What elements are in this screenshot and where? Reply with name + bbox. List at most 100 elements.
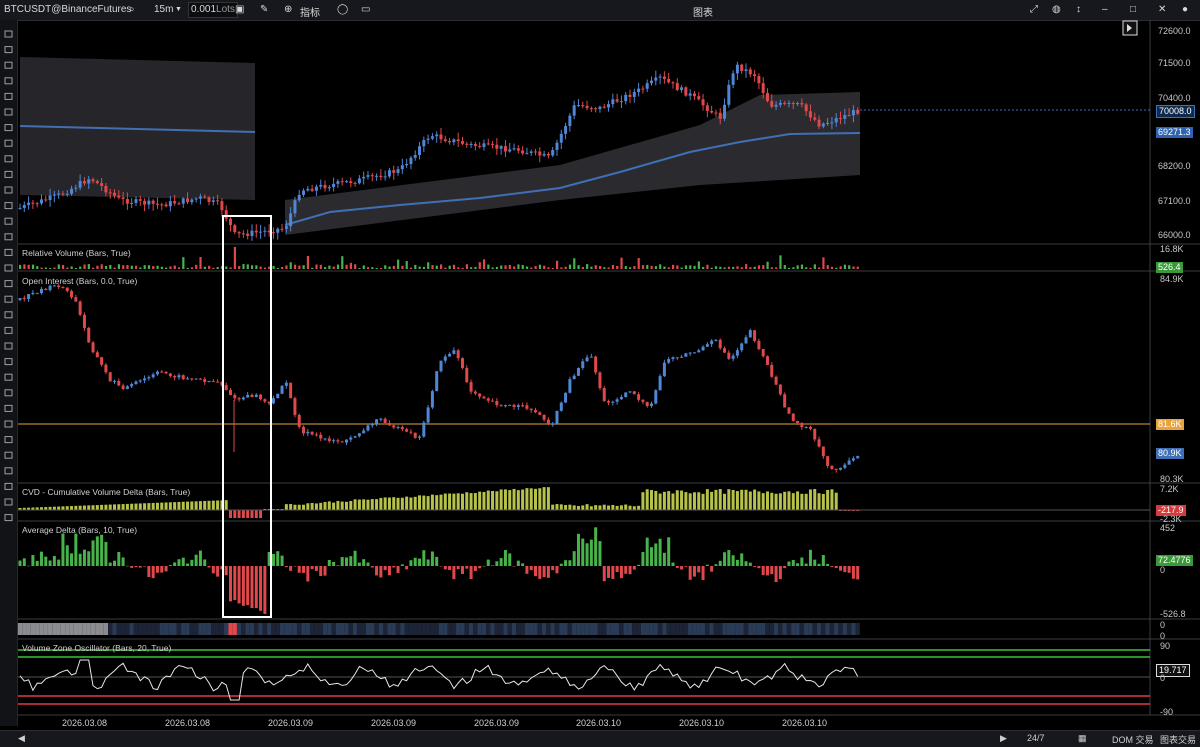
average-delta-bar (576, 533, 580, 566)
heatstrip-bottom-label: 0 (1160, 631, 1166, 641)
heatstrip-cell (65, 623, 70, 635)
average-delta-bar (495, 561, 499, 566)
heatstrip-cell (228, 623, 233, 635)
price-candle (48, 195, 52, 200)
scroll-right-icon[interactable]: ▶ (1000, 733, 1007, 744)
price-candle (697, 96, 701, 100)
heatstrip-cell (258, 623, 263, 635)
oi-candle (155, 371, 159, 375)
oi-candle (740, 343, 744, 351)
heatstrip-cell (529, 623, 534, 635)
price-candle (637, 88, 641, 93)
average-delta-bar (332, 561, 336, 566)
heatstrip-cell (168, 623, 173, 635)
price-candle (35, 203, 39, 205)
heatstrip-cell (39, 623, 44, 635)
price-candle (525, 152, 529, 154)
average-delta-bar (744, 561, 748, 566)
heatstrip-cell (657, 623, 663, 635)
oi-candle (495, 401, 499, 406)
calendar-icon[interactable]: ▦ (1078, 733, 1087, 744)
oi-candle (357, 433, 361, 437)
price-candle (448, 141, 452, 143)
price-tick: 71500.0 (1158, 58, 1191, 68)
relative-volume-bar (27, 264, 30, 269)
relative-volume-bar (740, 267, 743, 269)
heatstrip-cell (765, 623, 770, 635)
average-delta-bar (280, 555, 284, 566)
oi-candle (400, 426, 404, 430)
vzo-line (19, 659, 859, 701)
relative-volume-bar (126, 264, 129, 269)
relative-volume-bar (203, 266, 206, 269)
oi-candle (173, 376, 177, 378)
cvd-bar (834, 492, 838, 510)
price-candle (727, 84, 731, 105)
cvd-bar (396, 497, 400, 510)
price-candle (723, 104, 727, 119)
relative-volume-bar (298, 265, 301, 269)
price-candle (181, 198, 185, 204)
price-candle (645, 83, 649, 89)
average-delta-bar (48, 560, 52, 566)
average-delta-bar (78, 553, 82, 566)
heatstrip-cell (855, 623, 860, 635)
average-delta-bar (392, 566, 396, 568)
oi-candle (731, 355, 735, 359)
cvd-bar (164, 502, 168, 510)
price-candle (229, 218, 232, 226)
price-candle (516, 148, 520, 151)
heatstrip-cell (189, 623, 194, 635)
oi-candle (521, 405, 525, 407)
oi-candle (426, 407, 430, 423)
relative-volume-bar (839, 266, 842, 269)
average-delta-bar (834, 566, 838, 568)
heatstrip-cell (90, 623, 96, 635)
dom-trade-button[interactable]: DOM 交易 (1112, 733, 1154, 746)
relative-volume-bar (440, 264, 443, 269)
cvd-bar (740, 489, 744, 510)
cvd-bar (233, 510, 237, 518)
price-candle (332, 183, 336, 188)
average-delta-bar (216, 566, 220, 577)
heatstrip-cell (103, 623, 109, 635)
scroll-left-icon[interactable]: ◀ (18, 733, 25, 744)
price-candle (538, 151, 542, 156)
heatstrip-cell (533, 623, 538, 635)
relative-volume-bar (504, 265, 507, 269)
price-candle (289, 213, 293, 227)
average-delta-bar (349, 556, 353, 566)
relative-volume-bar (792, 267, 795, 269)
average-delta-bar (602, 566, 606, 582)
average-delta-bar (521, 563, 525, 566)
relative-volume-bar (293, 264, 297, 269)
average-delta-bar (203, 559, 207, 566)
relative-volume-bar (169, 266, 172, 269)
price-candle (761, 83, 765, 93)
relative-volume-bar (92, 267, 95, 269)
price-candle (499, 146, 503, 149)
oi-candle (237, 398, 241, 400)
horizontal-line-icon (4, 326, 13, 334)
relative-volume-bar (212, 267, 215, 269)
fib-icon (4, 404, 13, 412)
average-delta-bar (658, 538, 662, 566)
price-candle (177, 203, 181, 205)
relative-volume-bar (19, 264, 22, 269)
price-candle (74, 187, 78, 189)
price-candle (757, 76, 761, 84)
oi-candle (598, 372, 602, 389)
relative-volume-bar (517, 264, 520, 269)
chart-trade-button[interactable]: 图表交易 (1160, 733, 1196, 746)
chart-canvas[interactable] (0, 0, 1200, 746)
average-delta-bar (813, 559, 817, 566)
relative-volume-bar (457, 267, 460, 269)
cvd-bar (568, 504, 572, 510)
cvd-bar (349, 500, 353, 510)
session-selector[interactable]: 24/7 (1027, 733, 1045, 743)
price-candle (851, 110, 855, 116)
price-candle (44, 199, 48, 201)
average-delta-bar (727, 550, 731, 566)
cvd-bar (379, 497, 383, 510)
crosshair-icon (4, 358, 13, 366)
